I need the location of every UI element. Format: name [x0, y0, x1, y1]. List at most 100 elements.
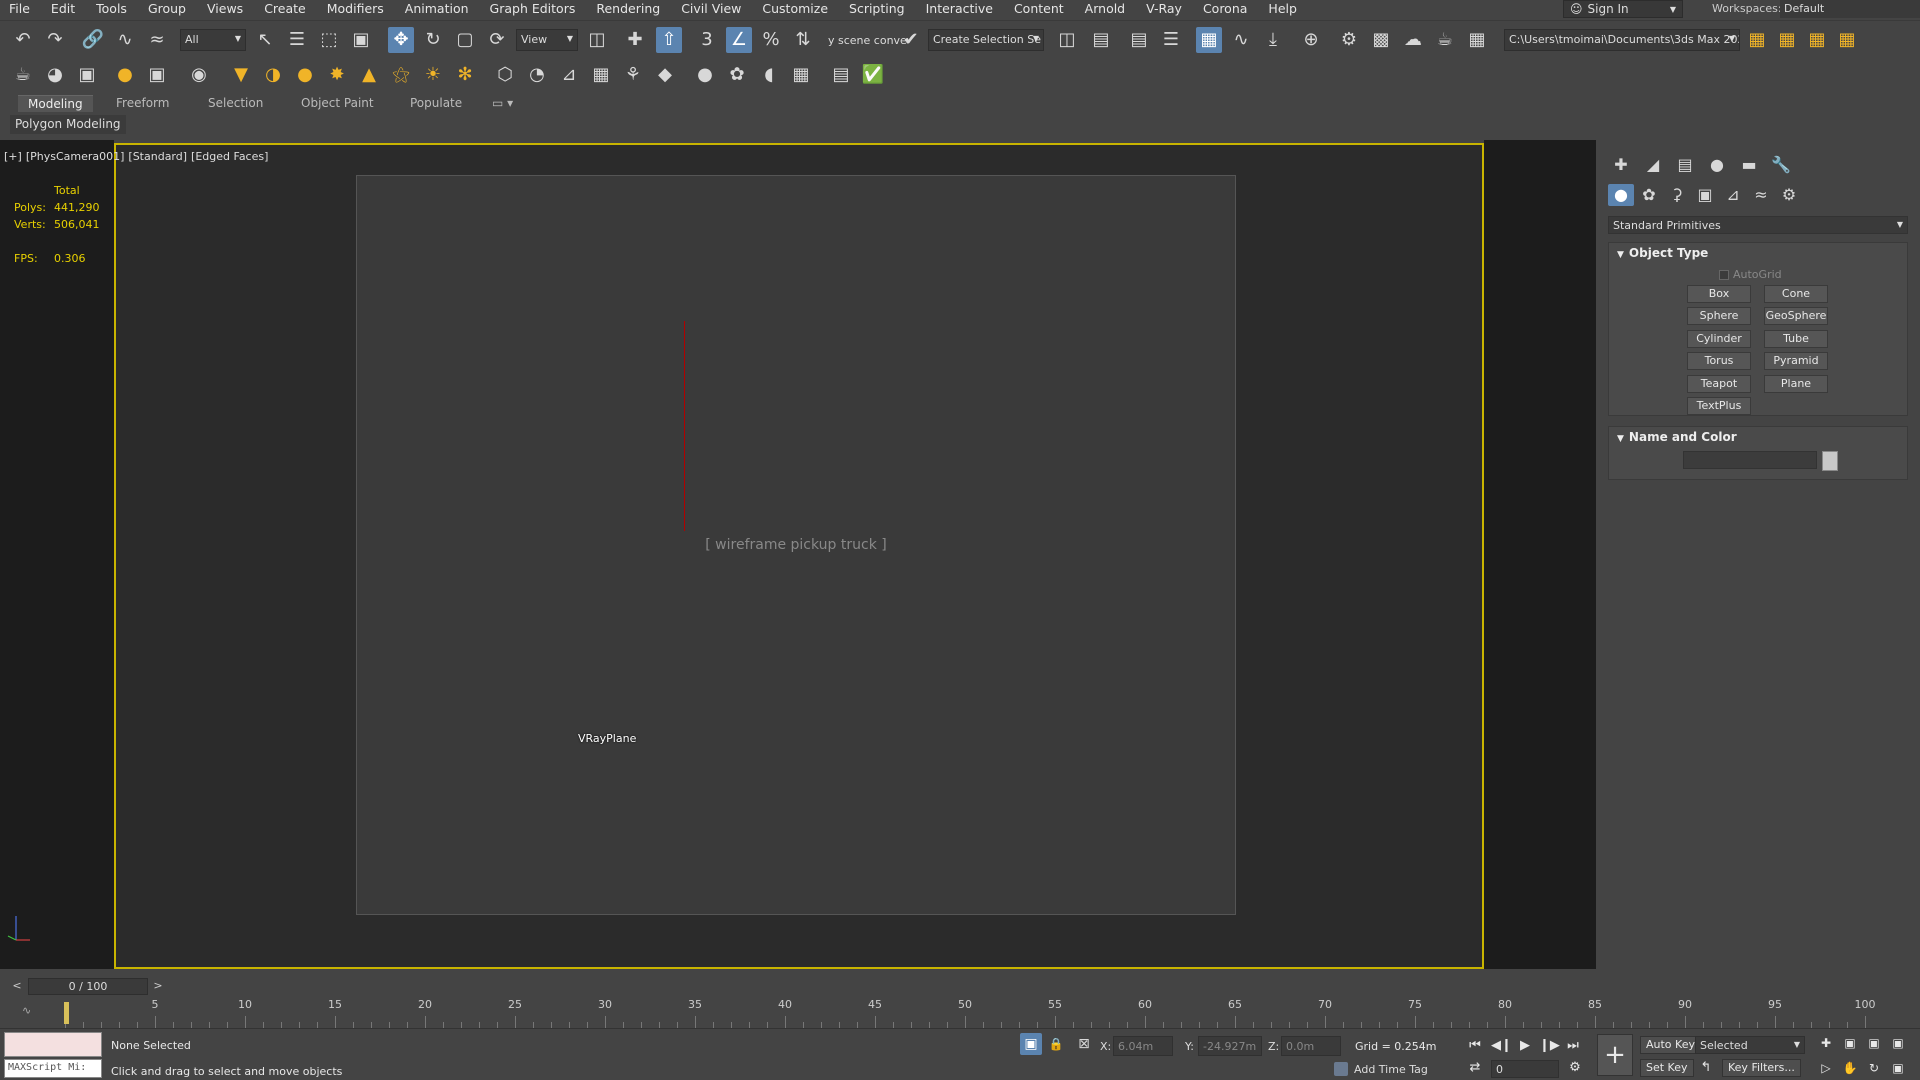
vray-sphere-light-icon[interactable]: ●	[292, 62, 318, 88]
spinner-snap-icon[interactable]: ⇅	[790, 27, 816, 53]
name-and-color-rollout-header[interactable]: ▼ Name and Color	[1609, 427, 1907, 447]
rendered-frame-window-icon[interactable]: ☁	[1400, 27, 1426, 53]
maxscript-listener[interactable]: MAXScript Mi:	[4, 1032, 102, 1078]
scene-explorer-icon[interactable]: ▤	[1126, 27, 1152, 53]
menu-tools[interactable]: Tools	[87, 0, 139, 18]
workspace-select[interactable]: Default	[1780, 0, 1920, 18]
menu-create[interactable]: Create	[255, 0, 318, 18]
select-object-icon[interactable]: ↖	[252, 27, 278, 53]
x-coordinate-field[interactable]: 6.04m	[1113, 1036, 1173, 1056]
menu-civil-view[interactable]: Civil View	[672, 0, 753, 18]
menu-interactive[interactable]: Interactive	[917, 0, 1005, 18]
save-folder-icon[interactable]: ▦	[1804, 27, 1830, 53]
render-production-icon[interactable]: ☕	[1432, 27, 1458, 53]
selection-filter-dropdown[interactable]: All ▼	[180, 29, 246, 51]
viewport-shading-menu[interactable]: [Standard]	[128, 150, 187, 163]
project-folder-dropdown[interactable]: C:\Users\tmoimai\Documents\3ds Max 2020 …	[1504, 29, 1740, 51]
zoom-all-icon[interactable]: ▣	[1840, 1033, 1860, 1053]
auto-key-button[interactable]: Auto Key	[1640, 1036, 1701, 1054]
track-bar-ruler[interactable]: 5 10 15 20 25 30 35 40 45 50 55 60 65 70 75 80 85 90 95 100	[65, 998, 1876, 1028]
mirror-icon[interactable]: ◫	[1054, 27, 1080, 53]
maximize-viewport-icon[interactable]: ▣	[1888, 1058, 1908, 1078]
create-tab-icon[interactable]: ✚	[1608, 154, 1634, 176]
z-coordinate-field[interactable]: 0.0m	[1281, 1036, 1341, 1056]
key-mode-toggle-icon[interactable]: ⇄	[1465, 1058, 1485, 1078]
select-and-rotate-icon[interactable]: ↻	[420, 27, 446, 53]
previous-frame-icon[interactable]: ◀❙	[1491, 1036, 1512, 1056]
selection-lock-icon[interactable]: 🔒	[1047, 1033, 1065, 1055]
reference-coordinate-dropdown[interactable]: View ▼	[516, 29, 578, 51]
select-manipulate-icon[interactable]: ✚	[622, 27, 648, 53]
current-frame-field[interactable]: 0	[1491, 1060, 1559, 1078]
object-name-input[interactable]	[1683, 451, 1817, 469]
zoom-extents-icon[interactable]: ▣	[1864, 1033, 1884, 1053]
next-frame-icon[interactable]: ❙▶	[1539, 1036, 1560, 1056]
select-and-move-icon[interactable]: ✥	[388, 27, 414, 53]
autogrid-checkbox[interactable]: AutoGrid	[1719, 268, 1782, 281]
motion-tab-icon[interactable]: ●	[1704, 154, 1730, 176]
material-editor-icon[interactable]: ⚙	[1336, 27, 1362, 53]
teapot-button[interactable]: Teapot	[1687, 375, 1751, 393]
object-type-rollout-header[interactable]: ▼ Object Type	[1609, 243, 1907, 263]
viewport-general-menu[interactable]: [+]	[4, 150, 22, 163]
vray-toon-icon[interactable]: ◖	[756, 62, 782, 88]
track-bar[interactable]: ∿ 5 10 15 20 25 30 35 40 45 50 55 60 65 70 75 80 85 90 95 1…	[0, 998, 1920, 1028]
object-category-dropdown[interactable]: Standard Primitives ▼	[1608, 216, 1908, 234]
menu-file[interactable]: File	[0, 0, 42, 18]
render-in-cloud-icon[interactable]: ▦	[1464, 27, 1490, 53]
open-folder-icon[interactable]: ▦	[1774, 27, 1800, 53]
torus-button[interactable]: Torus	[1687, 352, 1751, 370]
vray-asset-editor-icon[interactable]: ▣	[144, 62, 170, 88]
align-icon[interactable]: ▤	[1088, 27, 1114, 53]
vray-utilities-icon[interactable]: ▤	[828, 62, 854, 88]
scene-converter-label[interactable]: y scene conve	[828, 34, 907, 47]
select-by-name-icon[interactable]: ☰	[284, 27, 310, 53]
cylinder-button[interactable]: Cylinder	[1687, 330, 1751, 348]
pan-view-icon[interactable]: ✋	[1840, 1058, 1860, 1078]
menu-arnold[interactable]: Arnold	[1076, 0, 1137, 18]
layer-explorer-icon[interactable]: ☰	[1158, 27, 1184, 53]
vray-teapot-icon[interactable]: ☕	[10, 62, 36, 88]
unlink-icon[interactable]: ∿	[112, 27, 138, 53]
box-button[interactable]: Box	[1687, 285, 1751, 303]
ribbon-tab-selection[interactable]: Selection	[198, 95, 273, 111]
schematic-view-icon[interactable]: ⊕	[1298, 27, 1324, 53]
ribbon-tab-object-paint[interactable]: Object Paint	[291, 95, 384, 111]
edit-named-selection-icon[interactable]: ✔	[898, 27, 924, 53]
current-frame-marker[interactable]	[64, 1002, 69, 1024]
menu-graph-editors[interactable]: Graph Editors	[481, 0, 588, 18]
default-in-out-tangents-icon[interactable]: ↰	[1696, 1058, 1716, 1078]
vray-proxy-icon[interactable]: ⬡	[492, 62, 518, 88]
key-filter-selection-dropdown[interactable]: Selected ▼	[1695, 1036, 1805, 1054]
project-folder-icon[interactable]: ▦	[1744, 27, 1770, 53]
undo-icon[interactable]: ↶	[10, 27, 36, 53]
menu-content[interactable]: Content	[1005, 0, 1076, 18]
display-tab-icon[interactable]: ▬	[1736, 154, 1762, 176]
plane-button[interactable]: Plane	[1764, 375, 1828, 393]
vray-render-icon[interactable]: ◕	[42, 62, 68, 88]
maxscript-mini-listener[interactable]: MAXScript Mi:	[4, 1059, 102, 1078]
vray-frame-buffer-icon[interactable]: ▣	[74, 62, 100, 88]
vray-sky-icon[interactable]: ✻	[452, 62, 478, 88]
helpers-category-icon[interactable]: ⊿	[1720, 184, 1746, 206]
menu-rendering[interactable]: Rendering	[587, 0, 672, 18]
key-filters-button[interactable]: Key Filters...	[1722, 1059, 1801, 1077]
link-icon[interactable]: 🔗	[80, 27, 106, 53]
ribbon-polygon-modeling[interactable]: Polygon Modeling	[10, 115, 126, 134]
textplus-button[interactable]: TextPlus	[1687, 397, 1751, 415]
redo-icon[interactable]: ↷	[42, 27, 68, 53]
curve-editor-icon[interactable]: ∿	[1228, 27, 1254, 53]
vray-multi-material-icon[interactable]: ✿	[724, 62, 750, 88]
vray-light-icon[interactable]: ▼	[228, 62, 254, 88]
pyramid-button[interactable]: Pyramid	[1764, 352, 1828, 370]
sphere-button[interactable]: Sphere	[1687, 307, 1751, 325]
vray-scatter-icon[interactable]: ▦	[588, 62, 614, 88]
mini-curve-editor-icon[interactable]: ∿	[22, 1004, 31, 1017]
keyboard-shortcut-override-icon[interactable]: ⇧	[656, 27, 682, 53]
go-to-end-icon[interactable]: ⏭	[1563, 1036, 1583, 1056]
add-time-tag-button[interactable]: Add Time Tag	[1334, 1062, 1428, 1076]
angle-snap-icon[interactable]: ∠	[726, 27, 752, 53]
snaps-toggle-icon[interactable]: 3	[694, 27, 720, 53]
ribbon-tab-modeling[interactable]: Modeling	[18, 95, 93, 112]
select-and-place-icon[interactable]: ⟳	[484, 27, 510, 53]
